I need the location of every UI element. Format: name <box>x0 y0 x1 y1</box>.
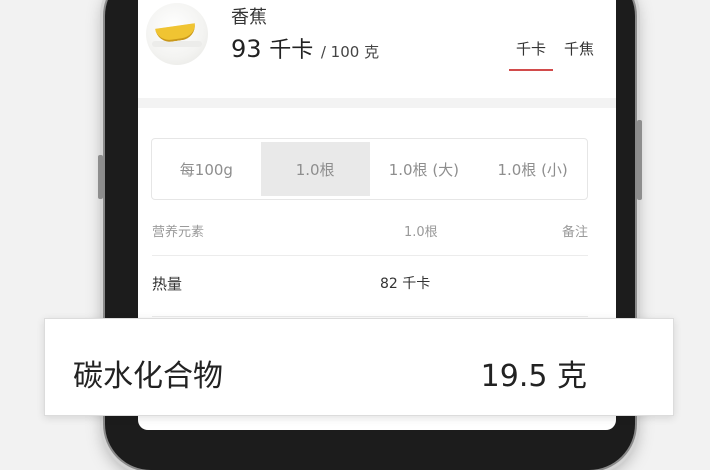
callout-nutrient-value: 19.5 克 <box>480 359 587 394</box>
nutrient-amount: 82 千卡 <box>380 276 431 292</box>
energy-unit-tabs: 千卡 千焦 <box>508 38 598 71</box>
tab-kcal[interactable]: 千卡 <box>508 38 554 71</box>
highlight-callout: 碳水化合物 19.5 克 <box>44 318 674 416</box>
plate-icon <box>152 41 202 47</box>
food-name: 香蕉 <box>231 7 267 28</box>
portion-one-large[interactable]: 1.0根 (大) <box>370 139 479 199</box>
portion-one-piece[interactable]: 1.0根 <box>260 142 370 196</box>
row-divider <box>152 316 588 317</box>
callout-nutrient-name: 碳水化合物 <box>73 359 223 394</box>
row-divider <box>152 255 588 256</box>
volume-button <box>98 155 103 199</box>
portion-selector: 每100g 1.0根 1.0根 (大) 1.0根 (小) <box>151 138 588 200</box>
power-button <box>637 120 642 200</box>
nutrient-name: 热量 <box>152 275 183 293</box>
energy-summary: 93 千卡 / 100 克 <box>231 32 379 64</box>
per-amount: / 100 克 <box>320 43 380 61</box>
energy-unit: 千卡 <box>269 38 314 63</box>
header-note: 备注 <box>561 225 588 240</box>
header-nutrient: 营养元素 <box>152 225 205 240</box>
section-divider <box>138 98 616 108</box>
portion-per-100g[interactable]: 每100g <box>152 139 261 199</box>
food-image <box>146 3 208 65</box>
energy-value: 93 <box>231 35 262 63</box>
header-amount: 1.0根 <box>404 225 438 240</box>
portion-one-small[interactable]: 1.0根 (小) <box>478 139 587 199</box>
tab-kj[interactable]: 千焦 <box>560 38 598 71</box>
